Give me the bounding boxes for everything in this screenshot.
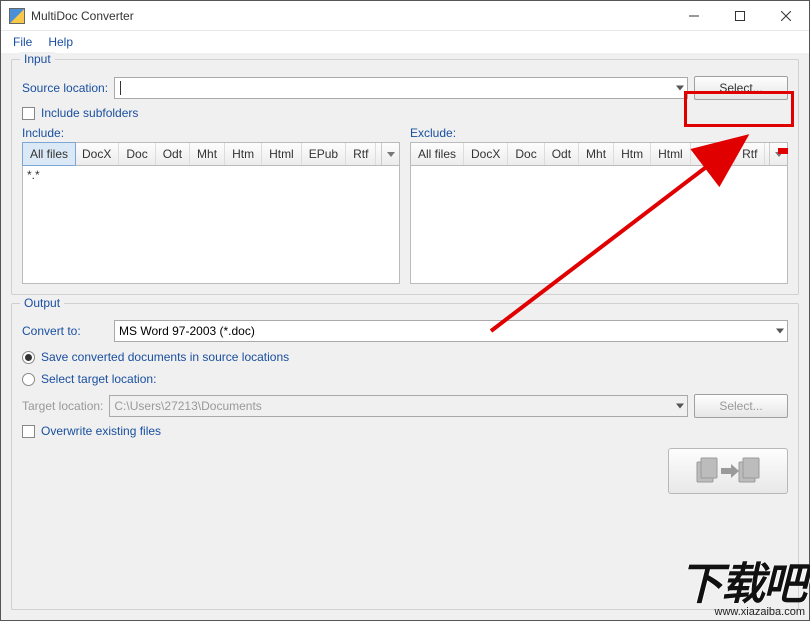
filter-split: Include: All files DocX Doc Odt Mht Htm … — [22, 126, 788, 284]
include-tab-overflow[interactable] — [381, 143, 399, 165]
menu-help[interactable]: Help — [40, 33, 81, 51]
convert-run-button[interactable] — [668, 448, 788, 494]
target-select-label: Select... — [719, 399, 762, 413]
include-tab-epub[interactable]: EPub — [302, 143, 346, 165]
target-location-combo: C:\Users\27213\Documents — [109, 395, 688, 417]
include-column: Include: All files DocX Doc Odt Mht Htm … — [22, 126, 400, 284]
include-tab-htm[interactable]: Htm — [225, 143, 262, 165]
target-row: Target location: C:\Users\27213\Document… — [22, 394, 788, 418]
include-subfolders-checkbox[interactable] — [22, 107, 35, 120]
close-button[interactable] — [763, 1, 809, 30]
minimize-button[interactable] — [671, 1, 717, 30]
app-icon — [9, 8, 25, 24]
input-legend: Input — [20, 52, 55, 66]
output-legend: Output — [20, 296, 64, 310]
documents-arrow-icon — [693, 456, 763, 486]
include-pattern: *.* — [27, 168, 395, 182]
menubar: File Help — [1, 31, 809, 53]
chevron-down-icon — [776, 329, 784, 334]
annotation-dot — [778, 148, 788, 154]
source-row: Source location: Select... — [22, 76, 788, 100]
input-group: Input Source location: Select... Include… — [11, 59, 799, 295]
exclude-tab-html[interactable]: Html — [651, 143, 691, 165]
chevron-down-icon — [676, 86, 684, 91]
exclude-tab-docx[interactable]: DocX — [464, 143, 508, 165]
convert-to-value: MS Word 97-2003 (*.doc) — [119, 324, 255, 338]
include-tab-mht[interactable]: Mht — [190, 143, 225, 165]
content: Input Source location: Select... Include… — [1, 53, 809, 620]
target-select-button: Select... — [694, 394, 788, 418]
run-row — [22, 448, 788, 494]
select-target-label: Select target location: — [41, 372, 156, 386]
maximize-button[interactable] — [717, 1, 763, 30]
exclude-tab-htm[interactable]: Htm — [614, 143, 651, 165]
exclude-tab-epub[interactable]: EPub — [691, 143, 735, 165]
exclude-tabbar: All files DocX Doc Odt Mht Htm Html EPub… — [410, 142, 788, 166]
save-source-row: Save converted documents in source locat… — [22, 350, 788, 364]
overwrite-row: Overwrite existing files — [22, 424, 788, 438]
output-group: Output Convert to: MS Word 97-2003 (*.do… — [11, 303, 799, 610]
convert-row: Convert to: MS Word 97-2003 (*.doc) — [22, 320, 788, 342]
window-title: MultiDoc Converter — [31, 9, 671, 23]
target-location-value: C:\Users\27213\Documents — [114, 399, 261, 413]
exclude-tab-doc[interactable]: Doc — [508, 143, 544, 165]
include-tab-doc[interactable]: Doc — [119, 143, 155, 165]
include-listbox[interactable]: *.* — [22, 166, 400, 284]
select-target-radio[interactable] — [22, 373, 35, 386]
exclude-tab-odt[interactable]: Odt — [545, 143, 579, 165]
include-subfolders-label: Include subfolders — [41, 106, 138, 120]
source-location-combo[interactable] — [114, 77, 688, 99]
window-buttons — [671, 1, 809, 30]
source-select-button[interactable]: Select... — [694, 76, 788, 100]
save-in-source-label: Save converted documents in source locat… — [41, 350, 289, 364]
overwrite-checkbox[interactable] — [22, 425, 35, 438]
source-label: Source location: — [22, 81, 108, 95]
titlebar: MultiDoc Converter — [1, 1, 809, 31]
target-label: Target location: — [22, 399, 103, 413]
exclude-tab-mht[interactable]: Mht — [579, 143, 614, 165]
exclude-column: Exclude: All files DocX Doc Odt Mht Htm … — [410, 126, 788, 284]
convert-to-combo[interactable]: MS Word 97-2003 (*.doc) — [114, 320, 788, 342]
select-target-row: Select target location: — [22, 372, 788, 386]
include-tab-html[interactable]: Html — [262, 143, 302, 165]
convert-label: Convert to: — [22, 324, 108, 338]
exclude-tab-rtf[interactable]: Rtf — [735, 143, 765, 165]
include-label: Include: — [22, 126, 400, 140]
include-tab-rtf[interactable]: Rtf — [346, 143, 376, 165]
exclude-label: Exclude: — [410, 126, 788, 140]
include-tab-docx[interactable]: DocX — [75, 143, 119, 165]
exclude-tab-overflow[interactable] — [769, 143, 787, 165]
text-cursor — [120, 81, 121, 95]
subfolder-row: Include subfolders — [22, 106, 788, 120]
save-in-source-radio[interactable] — [22, 351, 35, 364]
menu-file[interactable]: File — [5, 33, 40, 51]
exclude-listbox[interactable] — [410, 166, 788, 284]
exclude-tab-allfiles[interactable]: All files — [411, 143, 464, 165]
source-select-label: Select... — [719, 81, 762, 95]
include-tab-odt[interactable]: Odt — [156, 143, 190, 165]
include-tab-allfiles[interactable]: All files — [22, 142, 76, 166]
overwrite-label: Overwrite existing files — [41, 424, 161, 438]
chevron-down-icon — [676, 404, 684, 409]
include-tabbar: All files DocX Doc Odt Mht Htm Html EPub… — [22, 142, 400, 166]
